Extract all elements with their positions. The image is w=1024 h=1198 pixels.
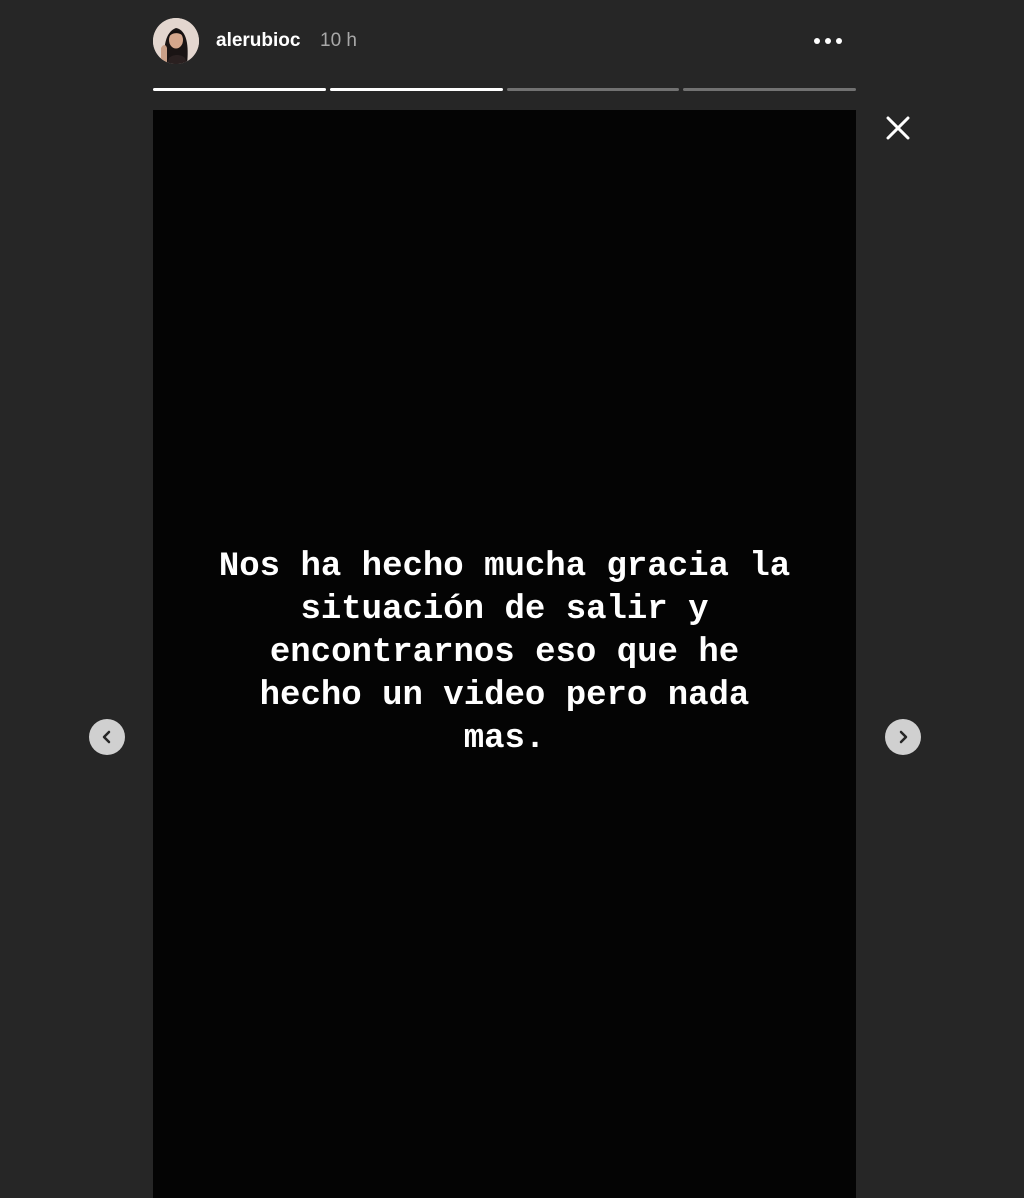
story-text: Nos ha hecho mucha gracia la situación d…	[183, 546, 826, 761]
more-options-icon-dot	[825, 38, 831, 44]
more-options-icon	[814, 38, 820, 44]
story-progress-bar	[153, 88, 856, 92]
story-content[interactable]: Nos ha hecho mucha gracia la situación d…	[153, 110, 856, 1198]
story-text-line: situación de salir y	[300, 591, 709, 629]
story-text-line: mas.	[463, 720, 546, 758]
story-text-line: encontrarnos eso que he	[269, 634, 740, 672]
progress-fill	[153, 88, 326, 91]
progress-segment	[153, 88, 326, 91]
chevron-right-icon	[899, 730, 908, 744]
progress-segment	[506, 88, 680, 91]
progress-segment	[329, 88, 503, 91]
more-options-button[interactable]	[806, 28, 850, 54]
more-options-icon-dot	[836, 38, 842, 44]
story-text-line: Nos ha hecho mucha gracia la	[218, 548, 791, 586]
next-story-button[interactable]	[885, 719, 921, 755]
close-button[interactable]	[882, 112, 914, 144]
chevron-left-icon	[102, 730, 111, 744]
post-time: 10 h	[320, 30, 357, 51]
user-avatar-photo	[153, 18, 199, 64]
close-icon	[886, 116, 910, 140]
previous-story-button[interactable]	[89, 719, 125, 755]
story-viewer: alerubioc 10 h Nos ha hecho mucha gracia…	[0, 0, 1024, 1198]
progress-fill	[329, 88, 503, 91]
story-text-line: hecho un video pero nada	[259, 677, 750, 715]
progress-segment	[683, 88, 856, 91]
story-header: alerubioc 10 h	[153, 18, 856, 64]
username[interactable]: alerubioc	[216, 30, 300, 52]
avatar[interactable]	[153, 18, 199, 64]
